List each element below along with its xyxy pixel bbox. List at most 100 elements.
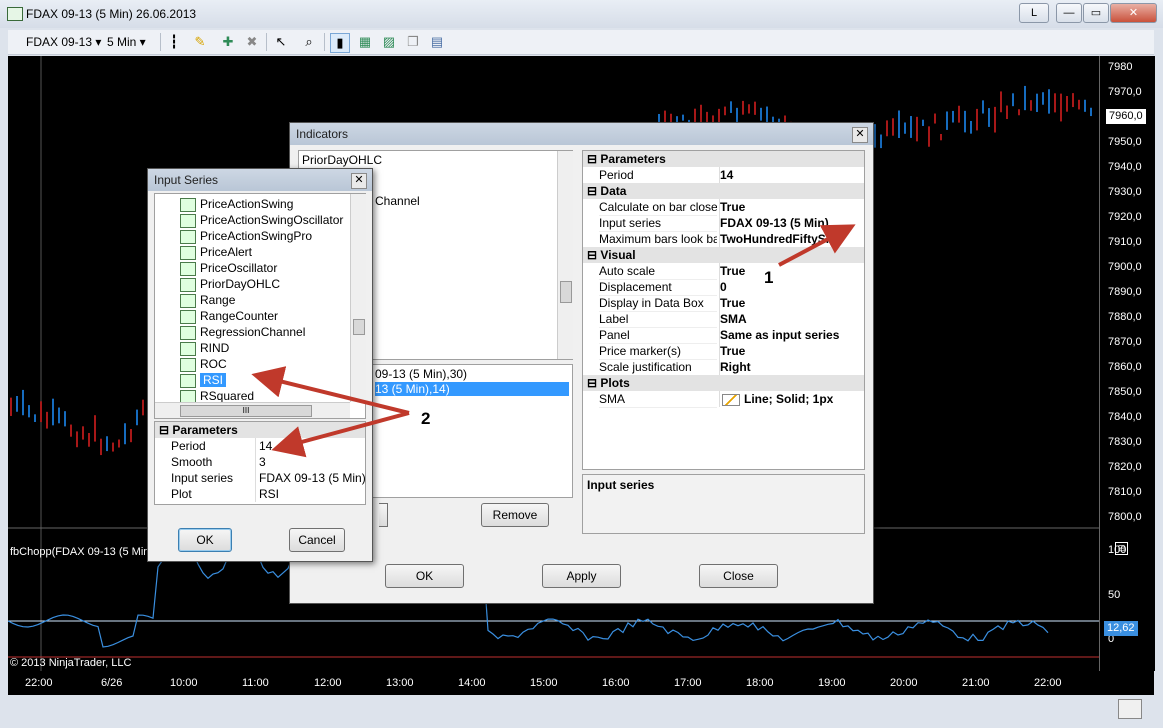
close-window-button[interactable]: ✕: [1110, 3, 1157, 23]
cursor-icon[interactable]: ↖: [272, 33, 290, 51]
tree-item[interactable]: ROC: [180, 356, 227, 372]
close-button[interactable]: Close: [699, 564, 778, 588]
ok-button[interactable]: OK: [385, 564, 464, 588]
tree-item[interactable]: PriceActionSwingOscillator: [180, 212, 343, 228]
property-value[interactable]: Same as input series: [719, 327, 860, 343]
collapse-icon[interactable]: ⊟: [583, 248, 597, 262]
list-item[interactable]: PriorDayOHLC: [302, 153, 382, 167]
param-value[interactable]: 14: [255, 438, 367, 454]
property-value[interactable]: TwoHundredFiftySix: [719, 231, 860, 247]
time-tick: 11:00: [242, 677, 269, 689]
tree-item[interactable]: PriorDayOHLC: [180, 276, 281, 292]
tree-vscrollbar[interactable]: [350, 194, 366, 402]
plot-style-text: Line; Solid; 1px: [744, 392, 834, 406]
property-value[interactable]: Right: [719, 359, 860, 375]
annotation-label-2: 2: [421, 409, 431, 428]
collapse-icon[interactable]: ⊟: [583, 184, 597, 198]
tree-item[interactable]: RIND: [180, 340, 229, 356]
property-name: SMA: [599, 391, 717, 408]
bar-type-icon[interactable]: ┇: [165, 33, 183, 51]
instrument-selector[interactable]: FDAX 09-13 ▾: [26, 33, 101, 51]
property-value[interactable]: FDAX 09-13 (5 Min): [719, 215, 860, 231]
tree-item[interactable]: RangeCounter: [180, 308, 278, 324]
tree-item[interactable]: PriceAlert: [180, 244, 252, 260]
close-icon[interactable]: ✕: [852, 127, 868, 143]
applied-item[interactable]: 09-13 (5 Min),30): [375, 367, 467, 381]
resize-grip[interactable]: [1118, 699, 1142, 719]
indicators-icon[interactable]: ▮: [330, 33, 350, 53]
tree-item-selected[interactable]: RSI: [180, 372, 227, 388]
minimize-button[interactable]: —: [1056, 3, 1082, 23]
copy-icon[interactable]: ❐: [404, 33, 422, 51]
cancel-button[interactable]: Cancel: [289, 528, 345, 552]
tree-item[interactable]: PriceOscillator: [180, 260, 277, 276]
collapse-icon[interactable]: ⊟: [583, 152, 597, 166]
apply-button[interactable]: Apply: [542, 564, 621, 588]
tree-item[interactable]: PriceActionSwingPro: [180, 228, 312, 244]
add-button[interactable]: [379, 503, 388, 527]
scroll-thumb[interactable]: [560, 281, 572, 303]
time-tick: 6/26: [101, 677, 123, 689]
indicator-property-grid[interactable]: ⊟ Parameters Period 14 ⊟ Data Calculate on b…: [582, 150, 865, 470]
property-value[interactable]: True: [719, 343, 860, 359]
category-visual[interactable]: ⊟ Visual: [583, 247, 864, 263]
close-icon[interactable]: ✕: [351, 173, 367, 189]
plot-style-icon: [722, 393, 740, 406]
interval-label: 5 Min: [107, 35, 137, 49]
property-value[interactable]: 14: [719, 167, 860, 183]
parameters-category[interactable]: ⊟ Parameters: [155, 422, 365, 438]
toolbar-separator: [160, 33, 161, 51]
scroll-thumb[interactable]: [353, 319, 365, 335]
interval-selector[interactable]: 5 Min ▾: [107, 33, 146, 51]
zoom-icon[interactable]: ⌕: [300, 33, 318, 51]
add-indicator-icon[interactable]: ✚: [219, 33, 237, 51]
category-parameters[interactable]: ⊟ Parameters: [583, 151, 864, 167]
price-tick: 7890,0: [1108, 286, 1142, 298]
tree-item[interactable]: Range: [180, 292, 235, 308]
time-tick: 22:00: [1034, 677, 1062, 689]
property-value[interactable]: True: [719, 263, 860, 279]
applied-item-selected[interactable]: 13 (5 Min),14): [375, 382, 569, 396]
param-value[interactable]: 3: [255, 454, 367, 470]
properties-icon[interactable]: ▤: [428, 33, 446, 51]
remove-indicator-icon[interactable]: ✖: [243, 33, 261, 51]
property-value[interactable]: SMA: [719, 311, 860, 327]
time-tick: 13:00: [386, 677, 414, 689]
param-name: Input series: [171, 471, 234, 485]
category-plots[interactable]: ⊟ Plots: [583, 375, 864, 391]
indicator-icon: [180, 294, 196, 308]
ok-button[interactable]: OK: [178, 528, 232, 552]
property-name: Period: [599, 167, 717, 184]
layout-button[interactable]: L: [1019, 3, 1049, 23]
strategies-icon[interactable]: ▦: [356, 33, 374, 51]
property-value[interactable]: True: [719, 295, 860, 311]
time-tick: 22:00: [25, 677, 53, 689]
collapse-icon[interactable]: ⊟: [583, 376, 597, 390]
price-tick: 7860,0: [1108, 361, 1142, 373]
indicator-tree[interactable]: PriceActionSwing PriceActionSwingOscillat…: [154, 193, 366, 419]
tree-item-label: PriorDayOHLC: [200, 277, 281, 291]
list-item[interactable]: Channel: [375, 194, 420, 208]
tree-hscrollbar[interactable]: III: [155, 402, 350, 418]
pencil-icon[interactable]: ✎: [191, 33, 209, 51]
tree-item[interactable]: RegressionChannel: [180, 324, 305, 340]
tree-item[interactable]: PriceActionSwing: [180, 196, 293, 212]
indicator-icon: [180, 310, 196, 324]
price-tick: 7800,0: [1108, 511, 1142, 523]
property-name: Auto scale: [599, 263, 717, 280]
param-name: Period: [171, 439, 206, 453]
param-value[interactable]: RSI: [255, 486, 367, 502]
hscroll-thumb[interactable]: III: [180, 405, 312, 417]
panel-maximize-icon[interactable]: ⊟: [1115, 542, 1128, 555]
category-data[interactable]: ⊟ Data: [583, 183, 864, 199]
restore-button[interactable]: ▭: [1083, 3, 1109, 23]
list-scrollbar[interactable]: [557, 151, 573, 359]
collapse-icon[interactable]: ⊟: [155, 423, 169, 437]
line-chart-icon[interactable]: ▨: [380, 33, 398, 51]
property-value[interactable]: Line; Solid; 1px⊞: [719, 391, 860, 407]
param-value[interactable]: FDAX 09-13 (5 Min): [255, 470, 367, 486]
property-value[interactable]: 0: [719, 279, 860, 295]
remove-button[interactable]: Remove: [481, 503, 549, 527]
input-series-property-grid[interactable]: ⊟ Parameters Period 14 Smooth 3 Input series…: [154, 421, 366, 505]
property-value[interactable]: True: [719, 199, 860, 215]
